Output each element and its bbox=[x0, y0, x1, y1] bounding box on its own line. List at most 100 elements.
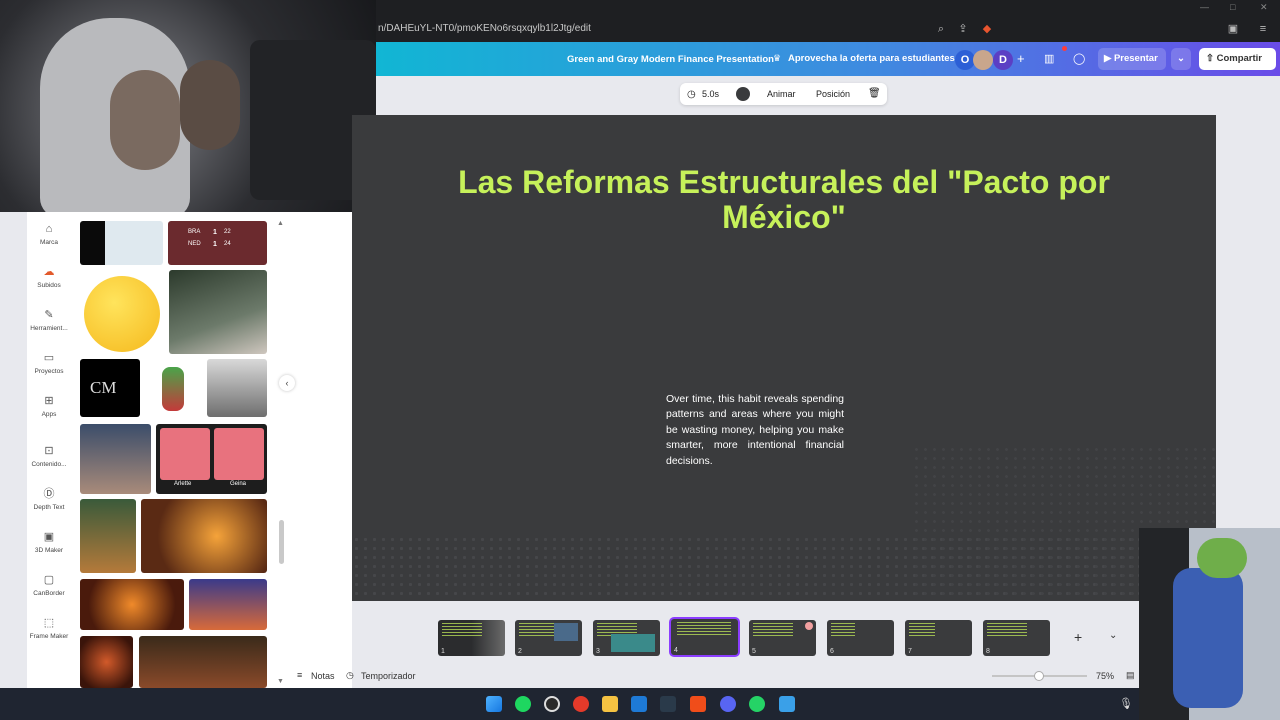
pen-tool-icon: ✎ bbox=[44, 309, 54, 321]
microphone-icon[interactable]: 🎙 bbox=[1119, 697, 1133, 710]
slide-thumbnail[interactable]: 7 bbox=[905, 620, 972, 656]
upload-cloud-icon: ☁ bbox=[43, 266, 55, 278]
obs-icon[interactable] bbox=[544, 696, 560, 712]
app-icon[interactable] bbox=[779, 696, 795, 712]
upload-image-mii[interactable]: Arlette Geina bbox=[156, 424, 267, 494]
student-offer-link[interactable]: Aprovecha la oferta para estudiantes bbox=[788, 53, 955, 64]
present-icon: ▶ bbox=[1104, 53, 1114, 64]
minimize-icon[interactable]: — bbox=[1200, 2, 1209, 12]
timer-icon[interactable]: ◷ bbox=[346, 670, 354, 681]
upload-image-ofrenda[interactable] bbox=[80, 579, 184, 630]
upload-image-decor[interactable] bbox=[80, 636, 133, 688]
rail-item-uploads[interactable]: ☁ Subidos bbox=[27, 265, 71, 289]
animate-button[interactable]: Animar bbox=[767, 89, 796, 99]
slide-canvas[interactable]: Las Reformas Estructurales del "Pacto po… bbox=[352, 115, 1216, 601]
share-button[interactable]: ⇧ Compartir bbox=[1199, 48, 1276, 70]
upload-image-character[interactable] bbox=[148, 359, 198, 417]
meme-overlay bbox=[1139, 528, 1280, 720]
add-collaborator-icon[interactable]: + bbox=[1017, 51, 1025, 66]
file-explorer-icon[interactable] bbox=[602, 696, 618, 712]
slide-thumbnail[interactable]: 6 bbox=[827, 620, 894, 656]
collapse-panel-chevron-icon[interactable]: ‹ bbox=[279, 375, 295, 391]
share-page-icon[interactable]: ⇪ bbox=[956, 22, 970, 36]
spotify-icon[interactable] bbox=[515, 696, 531, 712]
trash-icon[interactable]: 🗑 bbox=[868, 88, 881, 99]
scroll-up-icon[interactable]: ▲ bbox=[277, 220, 284, 227]
zoom-slider-handle[interactable] bbox=[1034, 671, 1044, 681]
brand-icon: ⌂ bbox=[45, 223, 53, 235]
maximize-icon[interactable]: □ bbox=[1230, 2, 1235, 12]
present-button[interactable]: ▶ Presentar bbox=[1098, 48, 1166, 70]
upload-image-celebration[interactable] bbox=[189, 579, 267, 630]
comment-icon[interactable]: ◯ bbox=[1073, 52, 1085, 65]
store-icon[interactable] bbox=[631, 696, 647, 712]
upload-image-altar[interactable] bbox=[80, 499, 136, 573]
notes-button[interactable]: Notas bbox=[311, 671, 335, 681]
rail-item-content[interactable]: ⊡ Contenido... bbox=[27, 444, 71, 468]
timer-button[interactable]: Temporizador bbox=[361, 671, 416, 681]
webcam-overlay bbox=[0, 0, 376, 212]
duration-button[interactable]: 5.0s bbox=[702, 89, 719, 99]
salute-emoji-icon bbox=[84, 276, 160, 352]
slide-body-text[interactable]: Over time, this habit reveals spending p… bbox=[666, 392, 844, 469]
screenshot-icon[interactable]: ▣ bbox=[1226, 22, 1240, 36]
slide-thumbnail[interactable]: 2 bbox=[515, 620, 582, 656]
slide-thumbnail[interactable]: 3 bbox=[593, 620, 660, 656]
avatar-photo[interactable] bbox=[973, 50, 993, 70]
zoom-level[interactable]: 75% bbox=[1096, 671, 1114, 681]
avatar[interactable]: D bbox=[993, 50, 1013, 70]
rail-item-brand[interactable]: ⌂ Marca bbox=[27, 222, 71, 246]
analytics-icon[interactable]: ▥ bbox=[1044, 52, 1054, 65]
expand-thumbnails-chevron-icon[interactable]: ⌄ bbox=[1109, 630, 1117, 641]
clock-icon[interactable]: ◷ bbox=[687, 89, 696, 100]
avatar[interactable]: O bbox=[955, 50, 975, 70]
rail-item-projects[interactable]: ▭ Proyectos bbox=[27, 351, 71, 375]
grid-view-icon[interactable]: ▤ bbox=[1126, 670, 1135, 681]
zoom-icon[interactable]: ⌕ bbox=[934, 22, 948, 36]
slide-thumbnail-selected[interactable]: 4 bbox=[671, 619, 738, 655]
color-swatch[interactable] bbox=[736, 87, 750, 101]
rail-item-tools[interactable]: ✎ Herramient... bbox=[27, 308, 71, 332]
address-bar[interactable]: n/DAHEuYL-NT0/pmoKENo6rsqxqylb1l2Jtg/edi… bbox=[376, 16, 1280, 42]
rail-item-canborder[interactable]: ▢ CanBorder bbox=[27, 573, 71, 597]
brave-shield-icon[interactable]: ◆ bbox=[980, 22, 994, 36]
upload-image-scoreboard[interactable]: BRA NED 1 1 22 24 bbox=[168, 221, 267, 265]
element-toolbar: ◷ 5.0s Animar Posición 🗑 bbox=[680, 83, 887, 105]
slide-thumbnail[interactable]: 5 bbox=[749, 620, 816, 656]
add-slide-icon[interactable]: + bbox=[1074, 629, 1082, 645]
rail-item-frame-maker[interactable]: ⬚ Frame Maker bbox=[27, 616, 71, 640]
menu-icon[interactable]: ≡ bbox=[1256, 22, 1270, 36]
windows-start-icon[interactable] bbox=[486, 696, 502, 712]
slide-thumbnail[interactable]: 1 bbox=[438, 620, 505, 656]
side-rail: ⌂ Marca ☁ Subidos ✎ Herramient... ▭ Proy… bbox=[27, 212, 71, 688]
discord-icon[interactable] bbox=[720, 696, 736, 712]
upload-image-candles-night[interactable] bbox=[139, 636, 267, 688]
notes-icon[interactable]: ≡ bbox=[297, 670, 302, 680]
scroll-down-icon[interactable]: ▼ bbox=[277, 678, 284, 685]
uploads-panel: BRA NED 1 1 22 24 CM Arlette Geina ▲ ▼ bbox=[71, 212, 352, 688]
davinci-icon[interactable] bbox=[660, 696, 676, 712]
upload-image-cm-logo[interactable]: CM bbox=[80, 359, 140, 417]
upload-image-salute-emoji[interactable] bbox=[80, 270, 163, 354]
present-options-chevron-icon[interactable]: ⌄ bbox=[1171, 48, 1191, 70]
slide-thumbnail[interactable]: 8 bbox=[983, 620, 1050, 656]
url-text[interactable]: n/DAHEuYL-NT0/pmoKENo6rsqxqylb1l2Jtg/edi… bbox=[378, 23, 591, 34]
rail-item-apps[interactable]: ⊞ Apps bbox=[27, 394, 71, 418]
pdf-icon[interactable] bbox=[573, 696, 589, 712]
whatsapp-icon[interactable] bbox=[749, 696, 765, 712]
presentation-title[interactable]: Green and Gray Modern Finance Presentati… bbox=[567, 54, 774, 65]
upload-image-candles[interactable] bbox=[141, 499, 267, 573]
slide-title[interactable]: Las Reformas Estructurales del "Pacto po… bbox=[412, 165, 1156, 235]
position-button[interactable]: Posición bbox=[816, 89, 850, 99]
frame-icon: ⬚ bbox=[43, 617, 55, 629]
upload-image-portrait[interactable] bbox=[207, 359, 267, 417]
panel-scrollbar[interactable] bbox=[279, 520, 284, 564]
rail-item-3d-maker[interactable]: ▣ 3D Maker bbox=[27, 530, 71, 554]
upload-image-person-dog[interactable] bbox=[169, 270, 267, 354]
border-icon: ▢ bbox=[43, 574, 55, 586]
upload-image[interactable] bbox=[80, 221, 163, 265]
rail-item-depth-text[interactable]: Ⓓ Depth Text bbox=[27, 487, 71, 511]
upload-image-glasses[interactable] bbox=[80, 424, 151, 494]
brave-icon[interactable] bbox=[690, 696, 706, 712]
close-icon[interactable]: ✕ bbox=[1260, 2, 1268, 13]
